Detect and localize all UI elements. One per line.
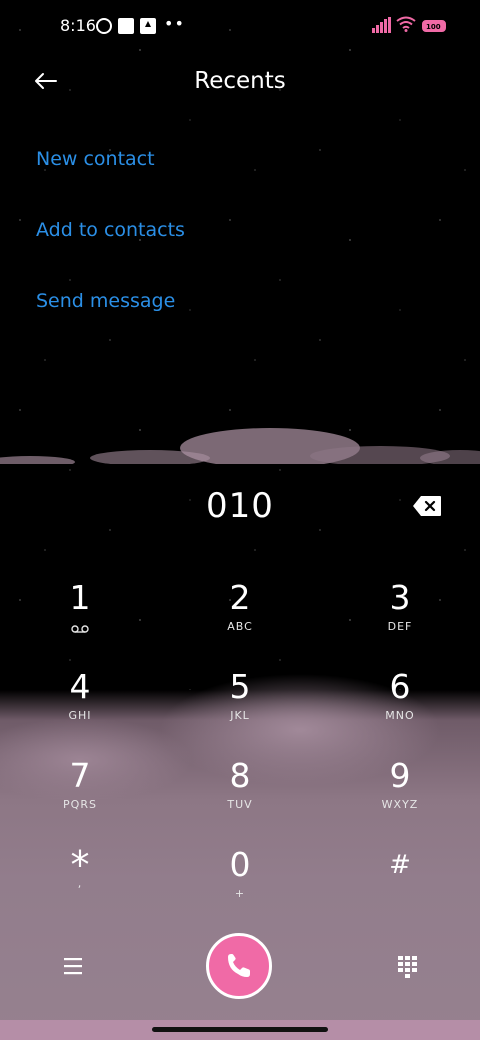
key-6[interactable]: 6 MNO xyxy=(340,667,460,747)
key-2[interactable]: 2 ABC xyxy=(180,578,300,658)
key-1[interactable]: 1 xyxy=(20,578,140,658)
key-7[interactable]: 7 PQRS xyxy=(20,756,140,836)
key-digit: # xyxy=(389,850,411,880)
menu-icon[interactable] xyxy=(58,954,88,978)
key-letters: GHI xyxy=(68,709,92,722)
key-digit: 6 xyxy=(389,667,411,706)
page-title: Recents xyxy=(194,68,286,94)
send-message-link[interactable]: Send message xyxy=(36,290,175,312)
key-digit: 8 xyxy=(229,756,251,795)
key-letters: TUV xyxy=(227,798,253,811)
key-digit: 1 xyxy=(69,578,91,617)
key-digit: 2 xyxy=(229,578,251,617)
dialpad-icon[interactable] xyxy=(394,952,420,982)
key-letters: MNO xyxy=(385,709,415,722)
call-button[interactable] xyxy=(206,933,272,999)
key-letters: JKL xyxy=(230,709,250,722)
key-letters: + xyxy=(234,887,246,900)
key-hash[interactable]: # xyxy=(340,845,460,925)
key-letters: , xyxy=(77,877,83,890)
key-letters: WXYZ xyxy=(381,798,419,811)
home-indicator[interactable] xyxy=(152,1027,328,1032)
dialed-number: 010 xyxy=(206,486,274,526)
key-3[interactable]: 3 DEF xyxy=(340,578,460,658)
battery-icon: 100 xyxy=(422,20,446,32)
notification-square-icon xyxy=(118,18,134,34)
key-digit: 7 xyxy=(69,756,91,795)
key-star[interactable]: * , xyxy=(20,845,140,925)
key-digit: 4 xyxy=(69,667,91,706)
key-digit: 9 xyxy=(389,756,411,795)
key-9[interactable]: 9 WXYZ xyxy=(340,756,460,836)
status-bar: 8:16 •• 100 xyxy=(0,0,480,56)
key-letters: PQRS xyxy=(63,798,97,811)
battery-level: 100 xyxy=(426,23,441,31)
key-digit: 5 xyxy=(229,667,251,706)
voicemail-icon xyxy=(71,625,89,633)
key-4[interactable]: 4 GHI xyxy=(20,667,140,747)
phone-icon xyxy=(228,954,250,977)
key-digit: 3 xyxy=(389,578,411,617)
dialer-screen: 8:16 •• 100 Recents New contact Add to c… xyxy=(0,0,480,1040)
key-digit: 0 xyxy=(229,845,251,884)
wifi-icon xyxy=(396,16,416,32)
cloud-decoration xyxy=(0,428,480,464)
key-letters: ABC xyxy=(227,620,253,633)
notification-icon xyxy=(96,18,112,34)
key-0[interactable]: 0 + xyxy=(180,845,300,925)
new-contact-link[interactable]: New contact xyxy=(36,148,155,170)
backspace-icon[interactable] xyxy=(412,495,442,517)
status-time: 8:16 xyxy=(60,16,96,35)
signal-icon xyxy=(372,17,392,33)
key-letters: DEF xyxy=(387,620,413,633)
upload-icon xyxy=(140,18,156,34)
add-to-contacts-link[interactable]: Add to contacts xyxy=(36,219,185,241)
key-8[interactable]: 8 TUV xyxy=(180,756,300,836)
more-notifications-icon: •• xyxy=(164,14,185,33)
key-5[interactable]: 5 JKL xyxy=(180,667,300,747)
